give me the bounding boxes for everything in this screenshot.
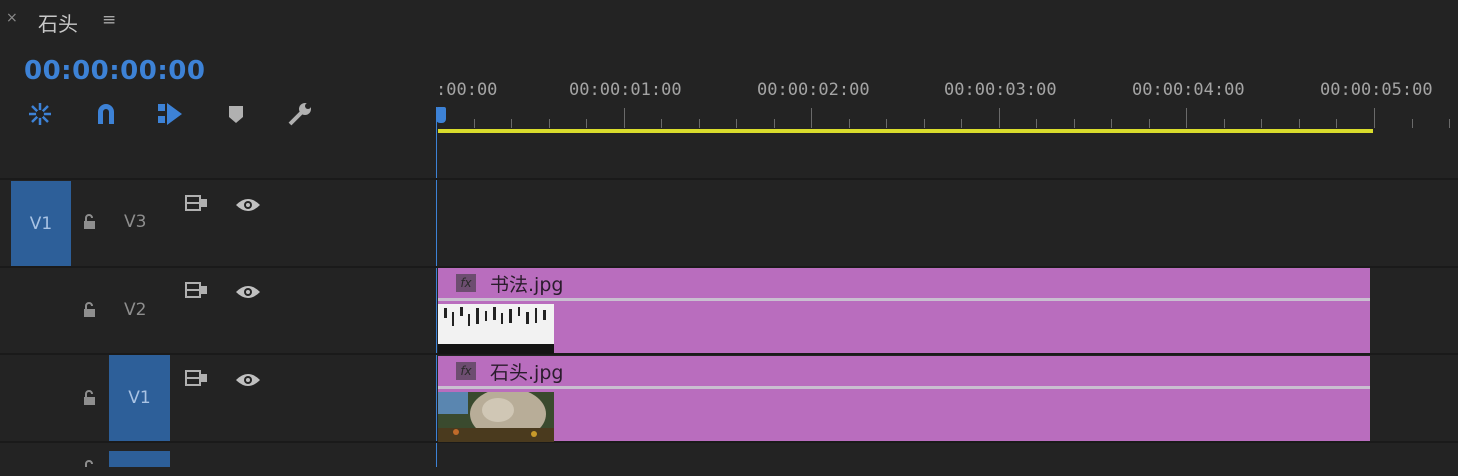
clip-name: 石头.jpg [490, 362, 564, 384]
nest-sequence-icon[interactable] [26, 100, 54, 128]
clip-thumbnail [438, 392, 554, 442]
ruler-tick [1186, 108, 1187, 128]
ruler-tick [1449, 119, 1450, 128]
source-patch-v1[interactable]: V1 [11, 181, 71, 266]
linked-selection-icon[interactable] [156, 100, 184, 128]
ruler-label: :00:00 [436, 80, 498, 100]
ruler-tick [549, 119, 550, 128]
ruler-tick [1299, 119, 1300, 128]
ruler-label: 00:00:04:00 [1132, 80, 1245, 100]
ruler-tick [699, 119, 700, 128]
ruler-label: 00:00:02:00 [757, 80, 870, 100]
ruler-tick [1224, 119, 1225, 128]
ruler-tick [1149, 119, 1150, 128]
track-lock-icon[interactable] [82, 390, 98, 406]
ruler-label: 00:00:05:00 [1320, 80, 1433, 100]
add-marker-icon[interactable] [222, 100, 250, 128]
clip-name: 书法.jpg [490, 274, 564, 296]
track-separator [0, 178, 1458, 180]
ruler-tick [961, 119, 962, 128]
ruler-tick [886, 119, 887, 128]
ruler-tick [924, 119, 925, 128]
track-lock-icon[interactable] [82, 302, 98, 318]
clip-stone[interactable]: fx 石头.jpg [438, 356, 1370, 442]
opacity-rubber-band[interactable] [438, 386, 1370, 389]
ruler-tick [1336, 119, 1337, 128]
ruler-tick [1036, 119, 1037, 128]
clip-calligraphy[interactable]: fx 书法.jpg [438, 268, 1370, 354]
track-separator [0, 441, 1458, 443]
sync-lock-icon[interactable] [185, 369, 209, 387]
sequence-tab-title[interactable]: 石头 [38, 8, 78, 37]
ruler-tick [736, 119, 737, 128]
ruler-tick [1261, 119, 1262, 128]
track-lock-icon[interactable] [82, 214, 98, 230]
track-target-v1[interactable]: V1 [109, 355, 170, 441]
opacity-rubber-band[interactable] [438, 298, 1370, 301]
time-ruler[interactable]: :00:00 00:00:01:00 00:00:02:00 00:00:03:… [436, 70, 1458, 132]
toggle-output-eye-icon[interactable] [235, 284, 261, 300]
snap-icon[interactable] [92, 100, 120, 128]
playhead-handle[interactable] [436, 107, 446, 123]
playhead-timecode[interactable]: 00:00:00:00 [24, 56, 205, 86]
ruler-tick [811, 108, 812, 128]
track-name-v2: V2 [124, 300, 147, 320]
panel-menu-icon[interactable]: ≡ [102, 10, 116, 30]
timeline-settings-icon[interactable] [286, 100, 314, 128]
fx-badge-icon[interactable]: fx [456, 362, 476, 380]
track-target-partial[interactable] [109, 451, 170, 467]
ruler-tick [1412, 119, 1413, 128]
ruler-tick [774, 119, 775, 128]
ruler-tick [624, 108, 625, 128]
track-name-v3: V3 [124, 212, 147, 232]
ruler-label: 00:00:03:00 [944, 80, 1057, 100]
ruler-label: 00:00:01:00 [569, 80, 682, 100]
close-tab-icon[interactable]: × [6, 10, 18, 26]
ruler-tick [511, 119, 512, 128]
sync-lock-icon[interactable] [185, 281, 209, 299]
ruler-tick [849, 119, 850, 128]
sync-lock-icon[interactable] [185, 194, 209, 212]
ruler-tick [474, 119, 475, 128]
fx-badge-icon[interactable]: fx [456, 274, 476, 292]
track-separator [0, 353, 1458, 355]
ruler-tick [661, 119, 662, 128]
toggle-output-eye-icon[interactable] [235, 197, 261, 213]
playhead-line [436, 107, 437, 467]
ruler-tick [1111, 119, 1112, 128]
ruler-tick [1374, 108, 1375, 128]
ruler-tick [1074, 119, 1075, 128]
track-lock-icon[interactable] [82, 460, 98, 476]
toggle-output-eye-icon[interactable] [235, 372, 261, 388]
ruler-tick [586, 119, 587, 128]
clip-thumbnail [438, 304, 554, 354]
work-area-bar[interactable] [438, 129, 1373, 133]
ruler-tick [999, 108, 1000, 128]
